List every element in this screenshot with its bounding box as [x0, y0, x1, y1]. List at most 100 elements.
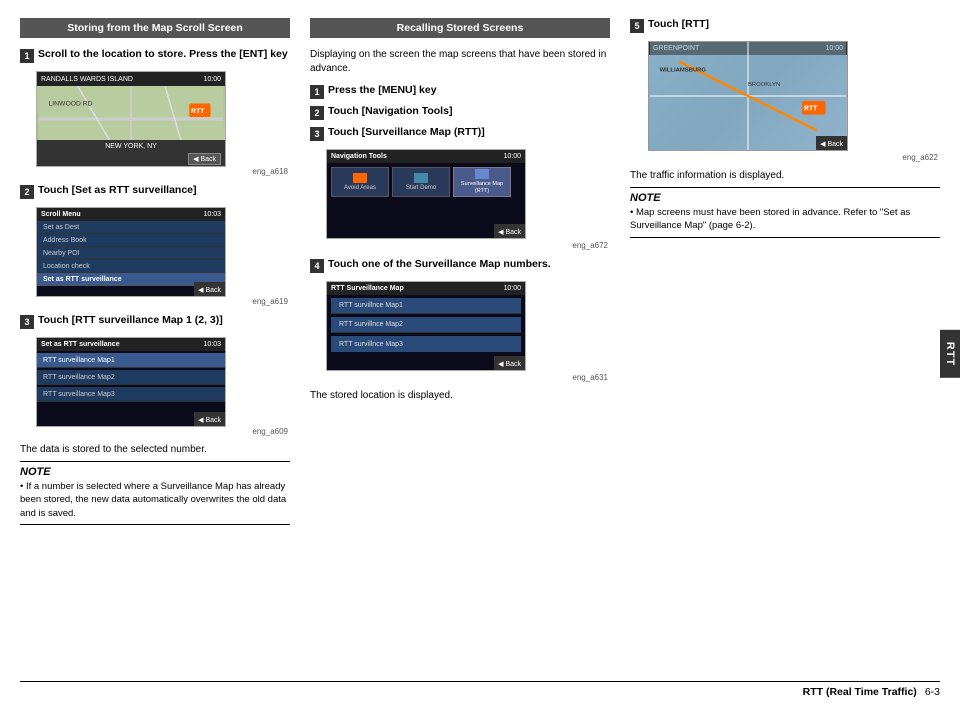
svg-text:LINWOOD RD: LINWOOD RD [49, 100, 93, 107]
rtt-map3[interactable]: RTT surveillance Map3 [37, 387, 225, 402]
step1-caption: eng_a618 [20, 167, 290, 176]
mid-step4-text: Touch one of the Surveillance Map number… [328, 258, 551, 272]
city-name: NEW YORK, NY [105, 143, 157, 150]
traffic-info-text: The traffic information is displayed. [630, 170, 940, 181]
menu-item-text: Set as Dest [43, 224, 79, 231]
menu-item-address[interactable]: Address Book [37, 234, 225, 247]
back-btn-nav[interactable]: ◀ Back [494, 224, 525, 238]
rtt-map-display: GREENPOINT 10:00 WILLIAMSBURG BROOKLYN R… [648, 41, 848, 151]
avoid-areas-btn[interactable]: Avoid Areas [331, 167, 389, 197]
map-time: 10:00 [203, 76, 221, 83]
step2-caption: eng_a619 [20, 297, 290, 306]
mid-step1-number: 1 [310, 85, 324, 99]
step2-screen: Scroll Menu 10:03 Set as Dest Address Bo… [36, 207, 226, 297]
rtt-map1-text: RTT surveillance Map1 [43, 357, 115, 364]
mid-step2-block: 2 Touch [Navigation Tools] [310, 105, 610, 120]
nav-tools-display: Navigation Tools 10:00 Avoid Areas Start… [327, 150, 525, 238]
footer-page-num: 6-3 [925, 686, 940, 698]
rtt-title: Set as RTT surveillance [41, 341, 120, 348]
mid-step3-inline: 3 Touch [Surveillance Map (RTT)] [310, 126, 610, 141]
step5-text: Touch [RTT] [648, 18, 709, 32]
step3-mid-caption: eng_a672 [310, 241, 610, 250]
middle-intro-text: Displaying on the screen the map screens… [310, 48, 610, 76]
demo-icon [414, 173, 428, 183]
back-label-nav: ◀ Back [498, 229, 521, 236]
rtt-map-bg: GREENPOINT 10:00 WILLIAMSBURG BROOKLYN R… [649, 42, 847, 150]
step5-caption: eng_a622 [630, 153, 940, 162]
mid-step1-text: Press the [MENU] key [328, 84, 437, 98]
surveillance-label: Surveillance Map (RTT) [454, 181, 510, 194]
menu-item-nearby[interactable]: Nearby POI [37, 247, 225, 260]
back-btn-rtt[interactable]: ◀ Back [816, 136, 847, 150]
step3-text: Touch [RTT surveillance Map 1 (2, 3)] [38, 314, 223, 326]
rtt-surv-title: RTT Surveillance Map [331, 285, 404, 292]
mid-step3-number: 3 [310, 127, 324, 141]
step2-text: Touch [Set as RTT surveillance] [38, 184, 197, 196]
left-column: Storing from the Map Scroll Screen 1 Scr… [20, 18, 290, 677]
data-stored-text: The data is stored to the selected numbe… [20, 444, 290, 455]
screen-topbar: RANDALLS WARDS ISLAND 10:00 [37, 72, 225, 86]
surv-map1-btn[interactable]: RTT survillnce Map1 [331, 298, 521, 314]
map-display: RANDALLS WARDS ISLAND 10:00 L [37, 72, 225, 166]
svg-text:BROOKLYN: BROOKLYN [748, 82, 780, 88]
mid-step4-block: 4 Touch one of the Surveillance Map numb… [310, 258, 610, 382]
scroll-menu-title: Scroll Menu [41, 211, 81, 218]
map-label-island: RANDALLS WARDS ISLAND [41, 76, 133, 83]
rtt-map2[interactable]: RTT surveillance Map2 [37, 370, 225, 385]
nav-title: Navigation Tools [331, 153, 387, 160]
back-label-3: ◀ Back [198, 417, 221, 424]
menu-topbar: Scroll Menu 10:03 [37, 208, 225, 221]
step2-content: Touch [Set as RTT surveillance] [38, 184, 290, 198]
surv-map1-text: RTT survillnce Map1 [339, 302, 403, 309]
left-note-title: NOTE [20, 466, 290, 478]
rtt-sidebar-label: RTT [944, 342, 956, 366]
step3-block: 3 Touch [RTT surveillance Map 1 (2, 3)] … [20, 314, 290, 436]
step2-inline: 2 Touch [Set as RTT surveillance] [20, 184, 290, 199]
rtt-sidebar-tab: RTT [940, 330, 960, 378]
left-section-header: Storing from the Map Scroll Screen [20, 18, 290, 38]
rtt-map3-text: RTT surveillance Map3 [43, 391, 115, 398]
nav-time: 10:00 [503, 153, 521, 160]
left-note-bullet-1: • If a number is selected where a Survei… [20, 480, 290, 520]
right-note-section: NOTE • Map screens must have been stored… [630, 187, 940, 238]
mid-step3-text: Touch [Surveillance Map (RTT)] [328, 126, 485, 140]
step1-block: 1 Scroll to the location to store. Press… [20, 48, 290, 176]
menu-item-location[interactable]: Location check [37, 260, 225, 273]
right-note-bullet-1: • Map screens must have been stored in a… [630, 206, 940, 233]
surv-map3-btn[interactable]: RTT survillnce Map3 [331, 336, 521, 352]
mid-step4-number: 4 [310, 259, 324, 273]
back-btn-2[interactable]: ◀ Back [194, 282, 225, 296]
rtt-topbar: Set as RTT surveillance 10:03 [37, 338, 225, 351]
back-btn-3[interactable]: ◀ Back [194, 412, 225, 426]
step2-block: 2 Touch [Set as RTT surveillance] Scroll… [20, 184, 290, 306]
demo-label: Start Demo [406, 185, 436, 191]
step1-text: Scroll to the location to store. Press t… [38, 48, 288, 60]
step1-number: 1 [20, 49, 34, 63]
back-btn-surv[interactable]: ◀ Back [494, 356, 525, 370]
rtt-surv-time: 10:00 [503, 285, 521, 292]
svg-text:RTT: RTT [191, 108, 205, 115]
nav-tools-grid: Avoid Areas Start Demo Surveillance Map … [327, 163, 525, 201]
step3-screen: Set as RTT surveillance 10:03 RTT survei… [36, 337, 226, 427]
surv-map3-text: RTT survillnce Map3 [339, 341, 403, 348]
right-note-title: NOTE [630, 192, 940, 204]
rtt-surv-display: RTT Surveillance Map 10:00 RTT survillnc… [327, 282, 525, 370]
menu-time: 10:03 [203, 211, 221, 218]
start-demo-btn[interactable]: Start Demo [392, 167, 450, 197]
footer-title: RTT (Real Time Traffic) [803, 686, 917, 698]
set-rtt-display: Set as RTT surveillance 10:03 RTT survei… [37, 338, 225, 426]
rtt-map1[interactable]: RTT surveillance Map1 [37, 353, 225, 368]
avoid-icon [353, 173, 367, 183]
map-city-label: NEW YORK, NY [37, 140, 225, 152]
menu-item-text-4: Location check [43, 263, 90, 270]
step5-block: 5 Touch [RTT] GREENPOINT 10:00 [630, 18, 940, 162]
surv-map2-btn[interactable]: RTT survillnce Map2 [331, 317, 521, 333]
surveillance-btn[interactable]: Surveillance Map (RTT) [453, 167, 511, 197]
nav-topbar: Navigation Tools 10:00 [327, 150, 525, 163]
back-label: ◀ Back [198, 287, 221, 294]
page-footer: RTT (Real Time Traffic) 6-3 [20, 681, 940, 698]
back-button-1[interactable]: ◀ Back [188, 153, 221, 165]
menu-item-set-dest[interactable]: Set as Dest [37, 221, 225, 234]
avoid-label: Avoid Areas [344, 185, 376, 191]
page-container: Storing from the Map Scroll Screen 1 Scr… [0, 0, 960, 708]
